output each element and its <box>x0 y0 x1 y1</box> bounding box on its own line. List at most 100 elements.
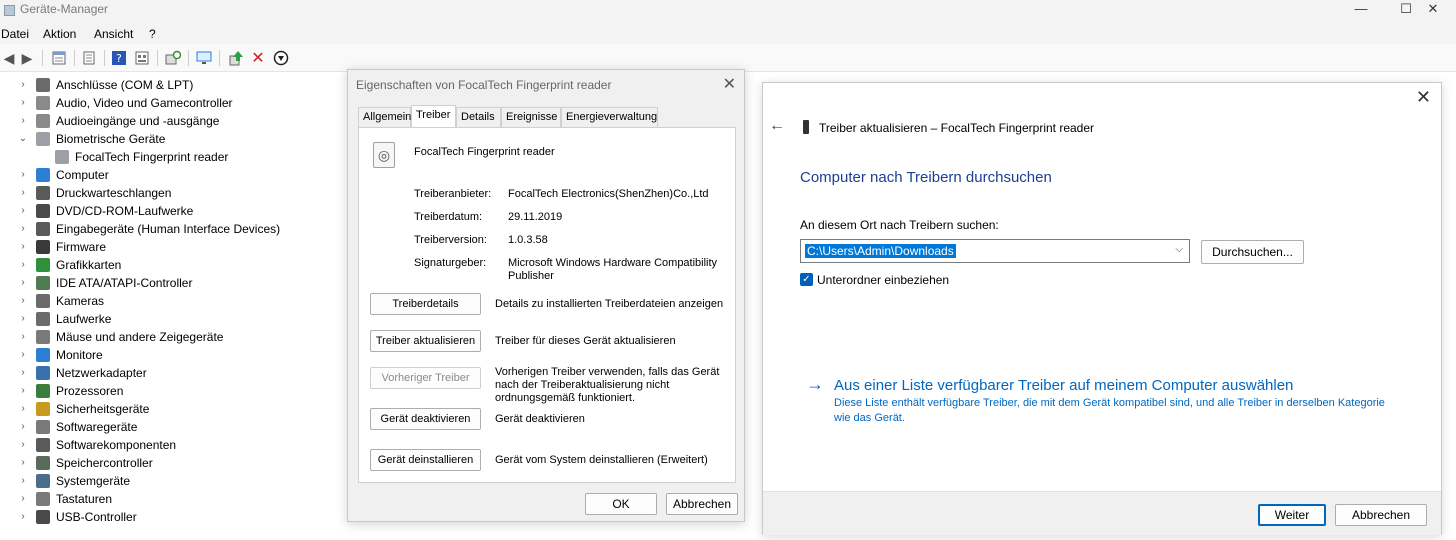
tree-item-label: Grafikkarten <box>56 258 122 272</box>
tree-child-item[interactable]: FocalTech Fingerprint reader <box>55 148 228 166</box>
update-close-button[interactable]: ✕ <box>1416 87 1431 108</box>
chevron-right-icon[interactable]: › <box>18 278 28 288</box>
view-icon[interactable] <box>133 49 151 67</box>
tree-category-item[interactable]: › DVD/CD-ROM-Laufwerke <box>18 202 193 220</box>
toolbar: ◀ ▶ ? ✕ <box>0 44 1456 72</box>
chevron-right-icon[interactable]: › <box>18 314 28 324</box>
disable-device-button[interactable]: Gerät deaktivieren <box>370 408 481 430</box>
tree-category-item[interactable]: › Audio, Video und Gamecontroller <box>18 94 233 112</box>
arrow-right-icon[interactable]: → <box>806 374 824 395</box>
driver-path-combobox[interactable]: C:\Users\Admin\Downloads ⌵ <box>800 239 1190 263</box>
include-subfolders-checkbox[interactable]: ✓ <box>800 273 813 286</box>
tab-energieverwaltung[interactable]: Energieverwaltung <box>561 107 658 127</box>
tree-item-label: Systemgeräte <box>56 474 131 488</box>
tree-item-label: Softwarekomponenten <box>56 438 177 452</box>
uninstall-device-button[interactable]: Gerät deinstallieren <box>370 449 481 471</box>
menu-aktion[interactable]: Aktion <box>43 27 76 41</box>
tree-category-item[interactable]: › Sicherheitsgeräte <box>18 400 149 418</box>
include-subfolders-label[interactable]: Unterordner einbeziehen <box>817 273 949 287</box>
tab-treiber[interactable]: Treiber <box>411 105 456 128</box>
chevron-right-icon[interactable]: › <box>18 98 28 108</box>
chevron-right-icon[interactable]: › <box>18 386 28 396</box>
properties-cancel-button[interactable]: Abbrechen <box>666 493 738 515</box>
tree-category-item[interactable]: › Prozessoren <box>18 382 123 400</box>
chevron-right-icon[interactable]: › <box>18 422 28 432</box>
tree-category-item[interactable]: › USB-Controller <box>18 508 137 526</box>
pick-from-list-link[interactable]: Aus einer Liste verfügbarer Treiber auf … <box>834 377 1293 394</box>
properties-sheet-icon[interactable] <box>50 49 68 67</box>
tab-details[interactable]: Details <box>456 107 501 127</box>
tree-category-item[interactable]: › Speichercontroller <box>18 454 153 472</box>
tree-category-item[interactable]: › Anschlüsse (COM & LPT) <box>18 76 193 94</box>
tree-category-item[interactable]: › IDE ATA/ATAPI-Controller <box>18 274 192 292</box>
chevron-right-icon[interactable]: › <box>18 116 28 126</box>
chevron-right-icon[interactable]: › <box>18 368 28 378</box>
chevron-right-icon[interactable]: › <box>18 242 28 252</box>
menu-ansicht[interactable]: Ansicht <box>94 27 133 41</box>
menu-help[interactable]: ? <box>149 27 156 41</box>
tree-category-item[interactable]: › Audioeingänge und -ausgänge <box>18 112 219 130</box>
driver-path-value[interactable]: C:\Users\Admin\Downloads <box>805 244 956 258</box>
tree-item-label: IDE ATA/ATAPI-Controller <box>56 276 193 290</box>
forward-icon[interactable]: ▶ <box>18 49 36 67</box>
chevron-right-icon[interactable]: › <box>18 494 28 504</box>
rollback-driver-button[interactable]: Vorheriger Treiber <box>370 367 481 389</box>
driver-details-button[interactable]: Treiberdetails <box>370 293 481 315</box>
chevron-right-icon[interactable]: › <box>18 296 28 306</box>
tree-category-item[interactable]: › Monitore <box>18 346 103 364</box>
uninstall-icon[interactable]: ✕ <box>249 49 267 67</box>
monitor-icon[interactable] <box>195 49 213 67</box>
device-icon <box>803 120 809 134</box>
tree-category-item[interactable]: › Softwarekomponenten <box>18 436 176 454</box>
tree-category-item[interactable]: › Laufwerke <box>18 310 111 328</box>
back-arrow-icon[interactable]: ← <box>769 117 785 135</box>
tree-category-item[interactable]: › Firmware <box>18 238 106 256</box>
back-icon[interactable]: ◀ <box>0 49 18 67</box>
browse-button[interactable]: Durchsuchen... <box>1201 240 1304 264</box>
chevron-right-icon[interactable]: › <box>18 440 28 450</box>
disable-device-icon[interactable] <box>272 49 290 67</box>
chevron-right-icon[interactable]: › <box>18 458 28 468</box>
chevron-right-icon[interactable]: › <box>18 170 28 180</box>
chevron-right-icon[interactable]: › <box>18 260 28 270</box>
chevron-right-icon[interactable]: › <box>18 350 28 360</box>
chevron-right-icon[interactable]: › <box>18 512 28 522</box>
tree-category-item[interactable]: › Grafikkarten <box>18 256 121 274</box>
chevron-right-icon[interactable]: › <box>18 80 28 90</box>
tab-allgemein[interactable]: Allgemein <box>358 107 411 127</box>
chevron-right-icon[interactable]: › <box>18 476 28 486</box>
tree-category-item[interactable]: › Druckwarteschlangen <box>18 184 171 202</box>
scan-hardware-icon[interactable] <box>164 49 182 67</box>
ok-button[interactable]: OK <box>585 493 657 515</box>
tree-category-item[interactable]: › Softwaregeräte <box>18 418 137 436</box>
tree-category-item[interactable]: › Eingabegeräte (Human Interface Devices) <box>18 220 280 238</box>
chevron-right-icon[interactable]: › <box>18 332 28 342</box>
menu-datei[interactable]: Datei <box>1 27 29 41</box>
next-button[interactable]: Weiter <box>1258 504 1326 526</box>
chevron-down-icon[interactable]: ⌵ <box>1175 244 1183 255</box>
update-footer: Weiter Abbrechen <box>763 491 1441 535</box>
close-button[interactable]: ✕ <box>1410 0 1456 22</box>
tree-item-label: Mäuse und andere Zeigegeräte <box>56 330 224 344</box>
tree-category-item[interactable]: › Tastaturen <box>18 490 112 508</box>
tree-category-item[interactable]: › Mäuse und andere Zeigegeräte <box>18 328 223 346</box>
tree-category-item[interactable]: ⌄ Biometrische Geräte <box>18 130 165 148</box>
chevron-right-icon[interactable]: › <box>18 224 28 234</box>
chevron-right-icon[interactable]: › <box>18 188 28 198</box>
chevron-right-icon[interactable]: › <box>18 206 28 216</box>
update-driver-icon[interactable] <box>227 49 245 67</box>
chevron-right-icon[interactable]: › <box>18 404 28 414</box>
update-cancel-button[interactable]: Abbrechen <box>1335 504 1427 526</box>
tree-category-item[interactable]: › Computer <box>18 166 109 184</box>
tree-category-item[interactable]: › Kameras <box>18 292 104 310</box>
chevron-down-icon[interactable]: ⌄ <box>18 134 28 144</box>
update-driver-button[interactable]: Treiber aktualisieren <box>370 330 481 352</box>
tree-category-item[interactable]: › Netzwerkadapter <box>18 364 147 382</box>
properties-close-button[interactable]: ✕ <box>723 74 736 94</box>
document-icon[interactable] <box>80 49 98 67</box>
help-icon[interactable]: ? <box>110 49 128 67</box>
tree-category-item[interactable]: › Systemgeräte <box>18 472 130 490</box>
minimize-button[interactable]: — <box>1338 0 1384 22</box>
tab-ereignisse[interactable]: Ereignisse <box>501 107 561 127</box>
rollback-driver-desc: Vorherigen Treiber verwenden, falls das … <box>495 366 720 404</box>
